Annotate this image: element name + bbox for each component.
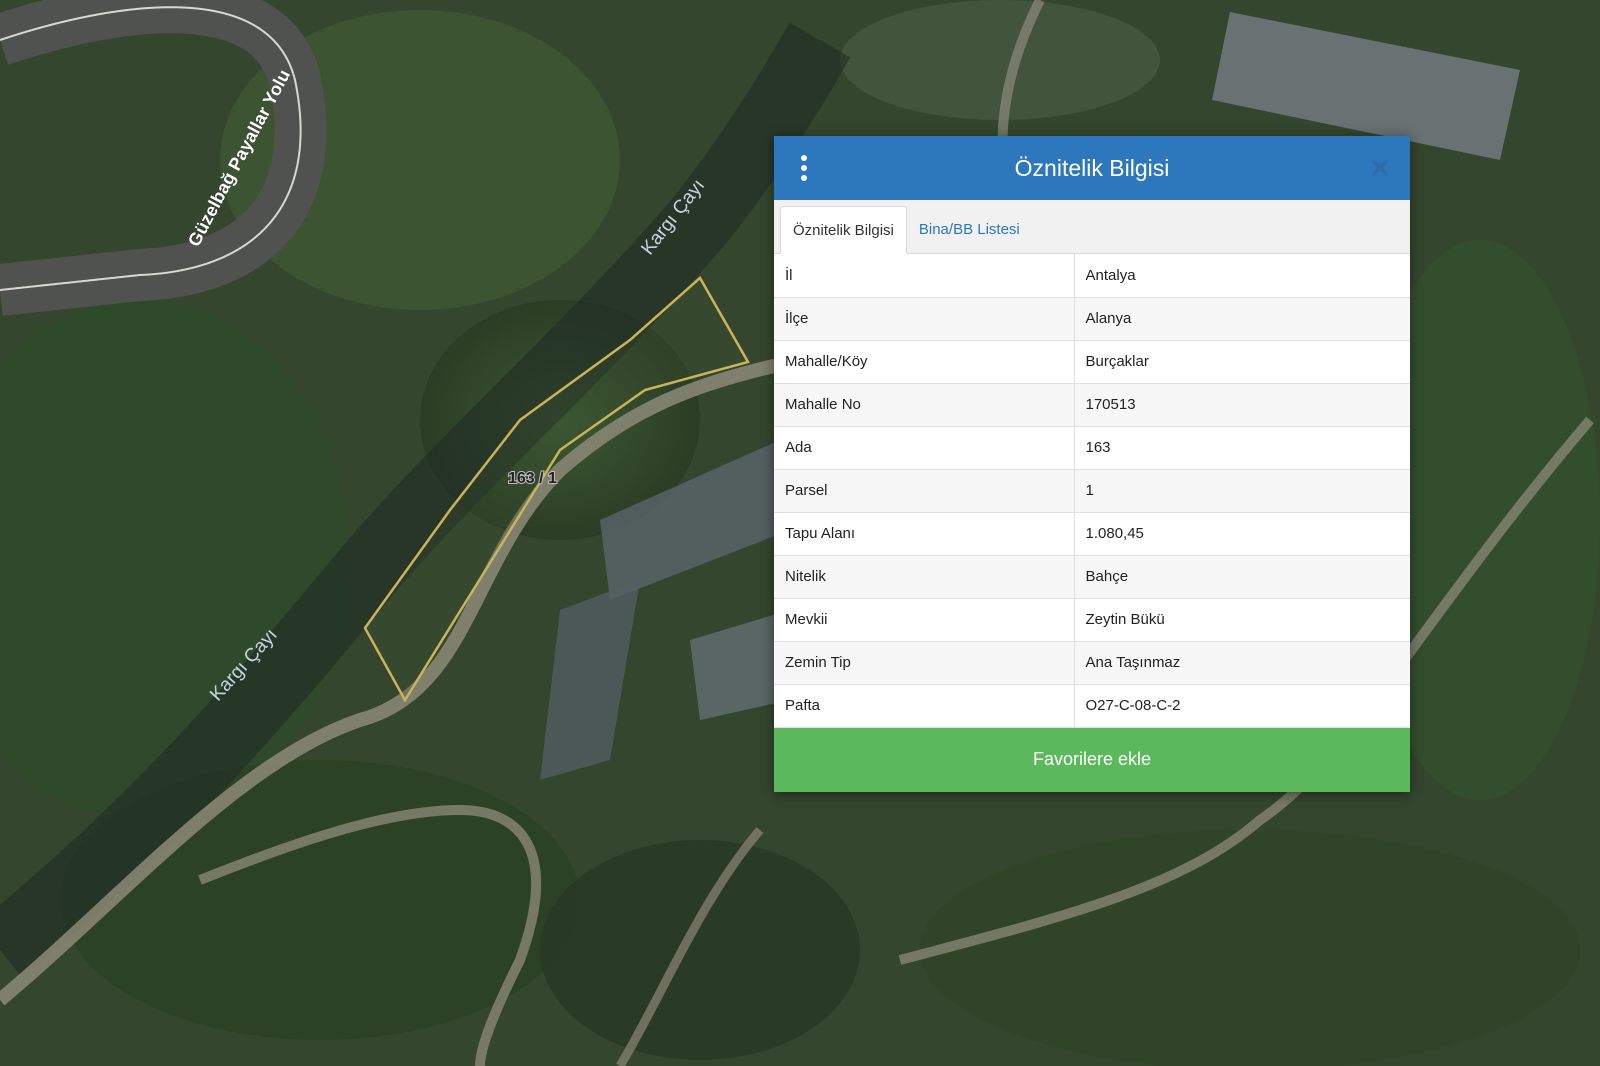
table-row: İl Antalya: [774, 254, 1410, 298]
row-key: Parsel: [774, 469, 1075, 513]
close-icon[interactable]: ✕: [1366, 152, 1394, 184]
table-row: Nitelik Bahçe: [774, 555, 1410, 599]
table-row: Mahalle/Köy Burçaklar: [774, 340, 1410, 384]
row-key: Pafta: [774, 684, 1075, 728]
row-key: Mevkii: [774, 598, 1075, 642]
row-value: 170513: [1074, 383, 1410, 427]
tab-attribute-info[interactable]: Öznitelik Bilgisi: [780, 206, 907, 254]
row-value: Antalya: [1074, 254, 1410, 298]
row-key: Ada: [774, 426, 1075, 470]
row-key: Mahalle/Köy: [774, 340, 1075, 384]
parcel-label: 163 / 1: [508, 470, 557, 487]
row-value: Zeytin Bükü: [1074, 598, 1410, 642]
table-row: Mahalle No 170513: [774, 383, 1410, 427]
row-value: Alanya: [1074, 297, 1410, 341]
row-value: Ana Taşınmaz: [1074, 641, 1410, 685]
table-row: Mevkii Zeytin Bükü: [774, 598, 1410, 642]
table-row: Tapu Alanı 1.080,45: [774, 512, 1410, 556]
row-value: O27-C-08-C-2: [1074, 684, 1410, 728]
row-value: 1.080,45: [1074, 512, 1410, 556]
vertical-ellipsis-icon[interactable]: [794, 152, 814, 184]
panel-tabs: Öznitelik Bilgisi Bina/BB Listesi: [774, 200, 1410, 254]
table-row: Parsel 1: [774, 469, 1410, 513]
table-row: Zemin Tip Ana Taşınmaz: [774, 641, 1410, 685]
panel-title: Öznitelik Bilgisi: [1014, 154, 1170, 181]
row-value: 1: [1074, 469, 1410, 513]
row-key: İlçe: [774, 297, 1075, 341]
row-key: Mahalle No: [774, 383, 1075, 427]
row-value: Bahçe: [1074, 555, 1410, 599]
row-key: Tapu Alanı: [774, 512, 1075, 556]
row-value: 163: [1074, 426, 1410, 470]
tab-building-list[interactable]: Bina/BB Listesi: [907, 205, 1032, 253]
row-key: Nitelik: [774, 555, 1075, 599]
table-row: Ada 163: [774, 426, 1410, 470]
table-row: Pafta O27-C-08-C-2: [774, 684, 1410, 728]
attribute-table: İl Antalya İlçe Alanya Mahalle/Köy Burçakla…: [774, 254, 1410, 728]
row-key: İl: [774, 254, 1075, 298]
attribute-info-panel: Öznitelik Bilgisi ✕ Öznitelik Bilgisi Bi…: [774, 136, 1410, 792]
table-row: İlçe Alanya: [774, 297, 1410, 341]
panel-header: Öznitelik Bilgisi ✕: [774, 136, 1410, 200]
row-key: Zemin Tip: [774, 641, 1075, 685]
row-value: Burçaklar: [1074, 340, 1410, 384]
add-to-favorites-button[interactable]: Favorilere ekle: [774, 727, 1410, 792]
